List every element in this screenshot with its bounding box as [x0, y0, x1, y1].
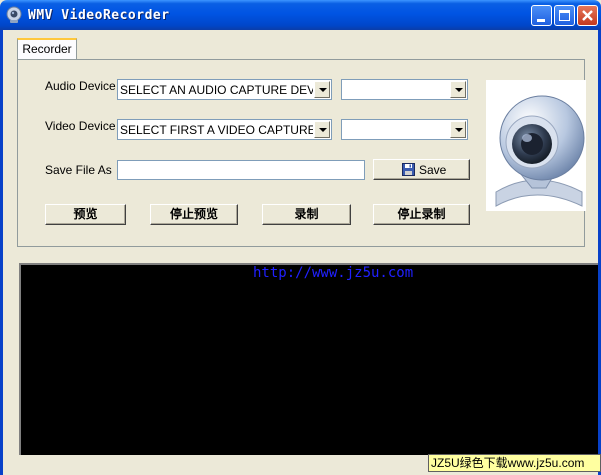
stop-preview-button[interactable]: 停止预览: [150, 204, 238, 225]
preview-button[interactable]: 预览: [45, 204, 126, 225]
save-button-label: Save: [419, 163, 447, 177]
maximize-button[interactable]: [554, 5, 575, 26]
watermark-label: JZ5U绿色下载www.jz5u.com: [428, 454, 601, 472]
title-bar[interactable]: WMV VideoRecorder: [0, 0, 601, 30]
chevron-down-icon[interactable]: [314, 121, 330, 138]
app-window: WMV VideoRecorder Recorder Audio Device …: [0, 0, 601, 475]
minimize-button[interactable]: [531, 5, 552, 26]
floppy-disk-icon: [402, 163, 415, 176]
close-icon: [582, 10, 593, 21]
webcam-icon: [6, 6, 22, 23]
video-format-select[interactable]: [341, 119, 468, 140]
window-title: WMV VideoRecorder: [28, 8, 170, 23]
close-button[interactable]: [577, 5, 598, 26]
save-file-label: Save File As: [45, 163, 112, 177]
audio-device-label: Audio Device: [45, 79, 116, 93]
save-button[interactable]: Save: [373, 159, 470, 180]
chevron-down-icon[interactable]: [450, 81, 466, 98]
video-device-value: SELECT FIRST A VIDEO CAPTURE DEVICE: [120, 123, 313, 137]
record-button[interactable]: 录制: [262, 204, 351, 225]
webcam-illustration: [486, 80, 586, 211]
video-device-select[interactable]: SELECT FIRST A VIDEO CAPTURE DEVICE: [117, 119, 332, 140]
minimize-icon: [537, 19, 545, 22]
chevron-down-icon[interactable]: [450, 121, 466, 138]
tab-recorder[interactable]: Recorder: [17, 38, 77, 60]
webcam-icon: [495, 95, 585, 207]
status-bar: [3, 455, 428, 475]
video-preview-area: [19, 263, 598, 455]
url-overlay: http://www.jz5u.com: [253, 265, 414, 281]
window-frame-left: [0, 30, 3, 475]
chevron-down-icon[interactable]: [314, 81, 330, 98]
audio-device-select[interactable]: SELECT AN AUDIO CAPTURE DEVICE: [117, 79, 332, 100]
maximize-icon: [559, 10, 570, 21]
video-device-label: Video Device: [45, 119, 116, 133]
audio-device-value: SELECT AN AUDIO CAPTURE DEVICE: [120, 83, 313, 97]
save-file-input[interactable]: [117, 160, 365, 180]
audio-format-select[interactable]: [341, 79, 468, 100]
stop-record-button[interactable]: 停止录制: [373, 204, 470, 225]
